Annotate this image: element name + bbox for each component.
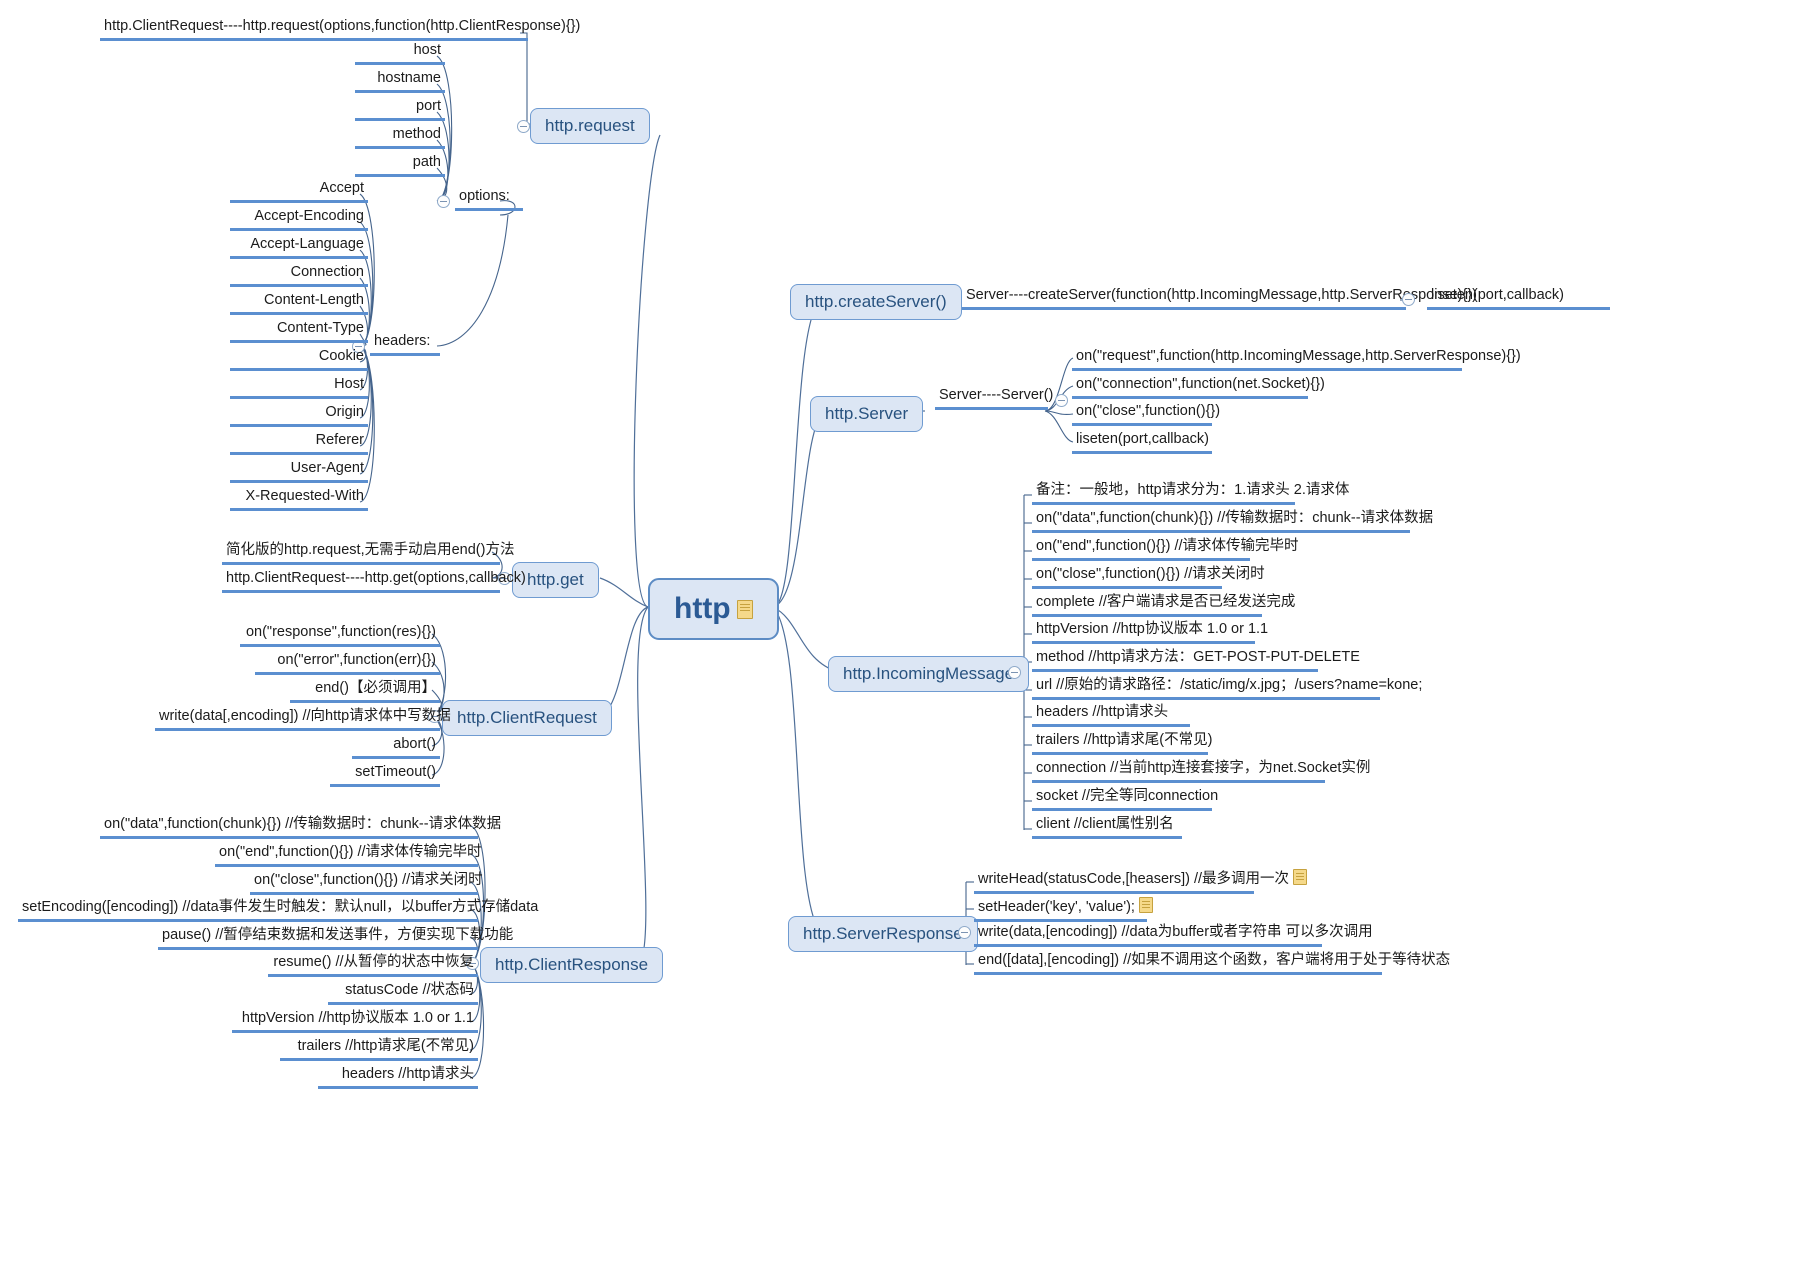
- collapse-knob-request[interactable]: [517, 120, 530, 133]
- incomingmessage-item-3: on("close",function(){}) //请求关闭时: [1032, 566, 1265, 589]
- collapse-knob-incomingmessage[interactable]: [1008, 666, 1021, 679]
- clientrequest-item-5: setTimeout(): [330, 764, 440, 787]
- header-origin: Origin: [230, 404, 368, 427]
- header-referer: Referer: [230, 432, 368, 455]
- request-option-port: port: [355, 98, 445, 121]
- header-host: Host: [230, 376, 368, 399]
- request-headers-group: headers:: [370, 333, 440, 356]
- request-options-group: options:: [455, 188, 523, 211]
- clientresponse-item-2: on("close",function(){}) //请求关闭时: [250, 872, 483, 895]
- createserver-signature: Server----createServer(function(http.Inc…: [962, 287, 1477, 310]
- topic-label: http.request: [545, 116, 635, 135]
- incomingmessage-item-5: httpVersion //http协议版本 1.0 or 1.1: [1032, 621, 1268, 644]
- get-note-signature: http.ClientRequest----http.get(options,c…: [222, 570, 526, 593]
- incomingmessage-item-11: socket //完全等同connection: [1032, 788, 1218, 811]
- clientresponse-item-1: on("end",function(){}) //请求体传输完毕时: [215, 844, 482, 867]
- serverresponse-item-2: write(data,[encoding]) //data为buffer或者字符…: [974, 924, 1373, 947]
- incomingmessage-item-2: on("end",function(){}) //请求体传输完毕时: [1032, 538, 1299, 561]
- clientresponse-item-0: on("data",function(chunk){}) //传输数据时：chu…: [100, 816, 501, 839]
- incomingmessage-item-9: trailers //http请求尾(不常见): [1032, 732, 1212, 755]
- request-option-path: path: [355, 154, 445, 177]
- header-connection: Connection: [230, 264, 368, 287]
- collapse-knob-createserver[interactable]: [1402, 293, 1415, 306]
- collapse-knob-server[interactable]: [1055, 394, 1068, 407]
- serverresponse-item-0-text: writeHead(statusCode,[heasers]) //最多调用一次: [978, 871, 1290, 887]
- clientresponse-item-9: headers //http请求头: [318, 1066, 478, 1089]
- server-item-2: on("close",function(){}): [1072, 403, 1220, 426]
- clientresponse-item-5: resume() //从暂停的状态中恢复: [268, 954, 478, 977]
- request-option-host: host: [355, 42, 445, 65]
- header-content-length: Content-Length: [230, 292, 368, 315]
- topic-http-server[interactable]: http.Server: [810, 396, 924, 432]
- topic-http-request[interactable]: http.request: [530, 108, 650, 144]
- get-note-simplified: 简化版的http.request,无需手动启用end()方法: [222, 542, 514, 565]
- collapse-knob-options[interactable]: [437, 195, 450, 208]
- server-item-1: on("connection",function(net.Socket){}): [1072, 376, 1325, 399]
- incomingmessage-item-4: complete //客户端请求是否已经发送完成: [1032, 594, 1295, 617]
- topic-http-clientrequest[interactable]: http.ClientRequest: [442, 700, 612, 736]
- root-label: http: [674, 592, 731, 625]
- request-signature: http.ClientRequest----http.request(optio…: [100, 18, 580, 41]
- clientrequest-item-4: abort(): [352, 736, 440, 759]
- clientrequest-item-3: write(data[,encoding]) //向http请求体中写数据: [155, 708, 451, 731]
- topic-http-createserver[interactable]: http.createServer(): [790, 284, 962, 320]
- clientresponse-item-7: httpVersion //http协议版本 1.0 or 1.1: [232, 1010, 478, 1033]
- serverresponse-item-1-text: setHeader('key', 'value');: [978, 899, 1135, 915]
- note-icon: [736, 599, 753, 619]
- topic-label: http.ClientResponse: [495, 955, 649, 974]
- request-option-method: method: [355, 126, 445, 149]
- incomingmessage-item-0: 备注：一般地，http请求分为：1.请求头 2.请求体: [1032, 482, 1349, 505]
- header-accept: Accept: [230, 180, 368, 203]
- header-user-agent: User-Agent: [230, 460, 368, 483]
- topic-label: http.ClientRequest: [457, 708, 597, 727]
- topic-http-clientresponse[interactable]: http.ClientResponse: [480, 947, 664, 983]
- serverresponse-item-3: end([data],[encoding]) //如果不调用这个函数，客户端将用…: [974, 952, 1450, 975]
- clientrequest-item-1: on("error",function(err){}): [255, 652, 440, 675]
- header-content-type: Content-Type: [230, 320, 368, 343]
- topic-label: http.IncomingMessage: [843, 664, 1015, 683]
- incomingmessage-item-6: method //http请求方法：GET-POST-PUT-DELETE: [1032, 649, 1360, 672]
- incomingmessage-item-8: headers //http请求头: [1032, 704, 1190, 727]
- incomingmessage-item-1: on("data",function(chunk){}) //传输数据时：chu…: [1032, 510, 1433, 533]
- incomingmessage-item-12: client //client属性别名: [1032, 816, 1182, 839]
- header-accept-encoding: Accept-Encoding: [230, 208, 368, 231]
- topic-label: http.ServerResponse: [803, 924, 963, 943]
- collapse-knob-serverresponse[interactable]: [958, 926, 971, 939]
- topic-label: http.createServer(): [805, 292, 947, 311]
- clientresponse-item-3: setEncoding([encoding]) //data事件发生时触发：默认…: [18, 899, 538, 922]
- topic-http-incomingmessage[interactable]: http.IncomingMessage: [828, 656, 1030, 692]
- server-signature: Server----Server(): [935, 387, 1053, 410]
- request-option-hostname: hostname: [355, 70, 445, 93]
- clientrequest-item-0: on("response",function(res){}): [240, 624, 440, 647]
- note-icon: [1138, 897, 1153, 913]
- clientresponse-item-6: statusCode //状态码: [328, 982, 478, 1005]
- incomingmessage-item-10: connection //当前http连接套接字，为net.Socket实例: [1032, 760, 1370, 783]
- topic-label: http.get: [527, 570, 584, 589]
- topic-label: http.Server: [825, 404, 909, 423]
- serverresponse-item-1: setHeader('key', 'value');: [974, 897, 1153, 922]
- clientrequest-item-2: end()【必须调用】: [290, 680, 440, 703]
- header-accept-language: Accept-Language: [230, 236, 368, 259]
- header-cookie: Cookie: [230, 348, 368, 371]
- clientresponse-item-8: trailers //http请求尾(不常见): [280, 1038, 478, 1061]
- serverresponse-item-0: writeHead(statusCode,[heasers]) //最多调用一次: [974, 869, 1308, 894]
- mindmap-canvas: http http.ClientRequest----http.request(…: [0, 0, 1810, 1272]
- server-item-0: on("request",function(http.IncomingMessa…: [1072, 348, 1521, 371]
- root-node-http[interactable]: http: [648, 578, 779, 640]
- createserver-child-listen: liseten(port,callback): [1427, 287, 1610, 310]
- topic-http-serverresponse[interactable]: http.ServerResponse: [788, 916, 978, 952]
- note-icon: [1293, 869, 1308, 885]
- server-item-3: liseten(port,callback): [1072, 431, 1212, 454]
- incomingmessage-item-7: url //原始的请求路径：/static/img/x.jpg；/users?n…: [1032, 677, 1422, 700]
- header-x-requested-with: X-Requested-With: [230, 488, 368, 511]
- clientresponse-item-4: pause() //暂停结束数据和发送事件，方便实现下载功能: [158, 927, 513, 950]
